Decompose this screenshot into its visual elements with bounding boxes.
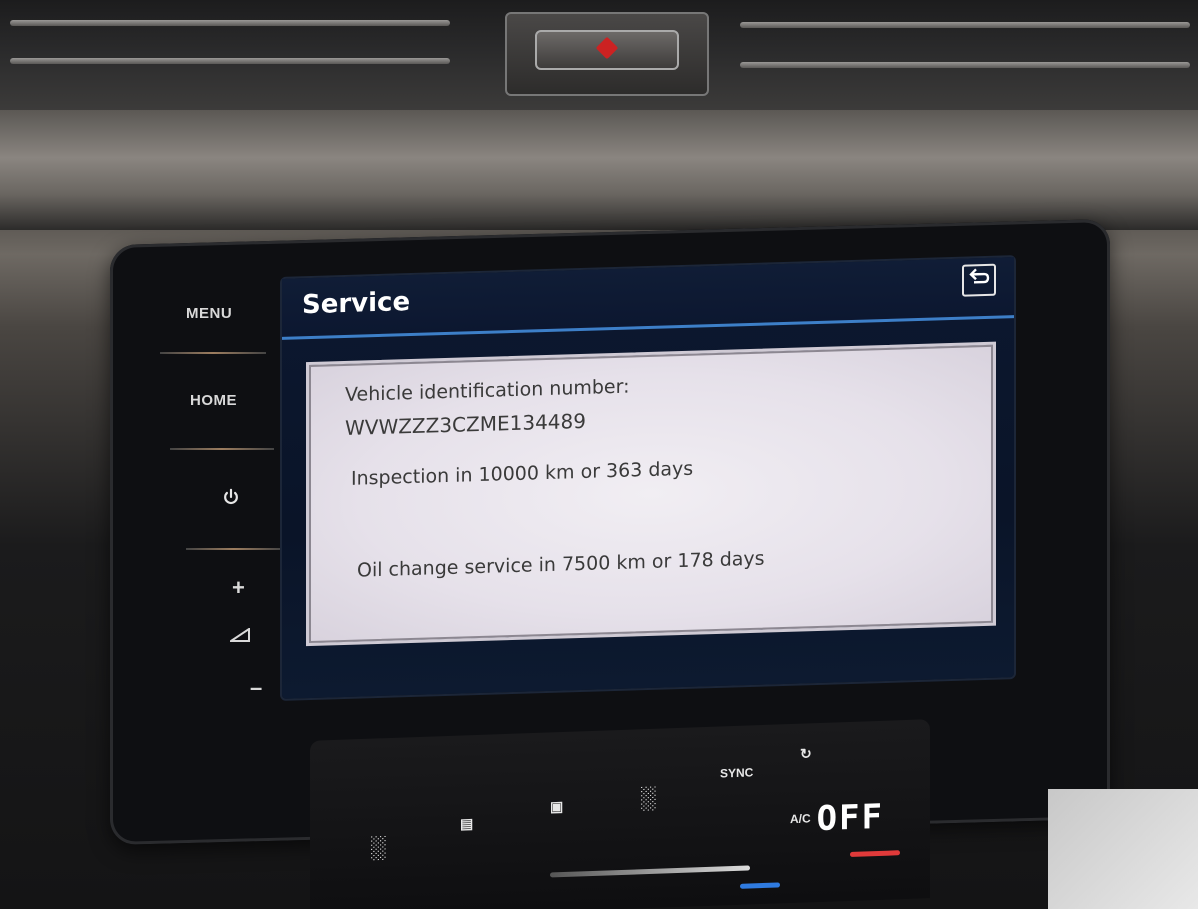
cool-indicator [740,882,780,889]
vin-value: WVWZZZ3CZME134489 [345,408,586,440]
climate-control-panel: ░ ▤ ▣ ░ SYNC ↻ A/C OFF [310,719,930,909]
rear-defrost-icon[interactable]: ▤ [460,815,473,832]
seat-vent-icon[interactable]: ░ [640,785,656,812]
hazard-icon [595,36,619,60]
oil-change-text: Oil change service in 7500 km or 178 day… [357,547,765,582]
heat-indicator [850,850,900,857]
temperature-slider[interactable] [550,865,750,878]
volume-indicator [227,627,250,646]
recirculation-icon[interactable]: ↻ [800,745,812,762]
infotainment-screen: Service Vehicle identification number: W… [282,257,1014,699]
vent-slat [10,58,450,64]
dashboard-trim [0,110,1198,230]
power-button[interactable] [222,488,240,510]
inspection-text: Inspection in 10000 km or 363 days [351,457,694,490]
page-title: Service [302,287,411,321]
fan-display: OFF [816,796,884,840]
back-button[interactable] [962,263,996,297]
air-vent [0,0,1198,110]
vent-slat [740,62,1190,68]
back-icon [969,268,990,284]
volume-up-button[interactable]: + [232,575,245,601]
volume-down-button[interactable]: – [250,675,263,701]
divider [170,448,274,450]
ac-button[interactable]: A/C [790,811,811,826]
front-defrost-icon[interactable]: ▣ [550,798,563,815]
menu-button[interactable]: MENU [186,305,232,322]
divider [160,352,266,354]
home-button[interactable]: HOME [190,392,237,409]
vent-slat [10,20,450,26]
car-dashboard-photo: MENU HOME + – Service Vehicle identifica [0,0,1198,909]
power-icon [224,488,238,505]
floor-mat [1048,789,1198,909]
seat-heat-icon[interactable]: ░ [370,834,386,861]
hazard-button[interactable] [535,30,679,70]
service-info-panel: Vehicle identification number: WVWZZZ3CZ… [306,341,996,647]
vin-label: Vehicle identification number: [345,375,630,406]
divider [186,548,282,550]
sync-button[interactable]: SYNC [720,765,753,780]
volume-icon [227,627,250,642]
vent-slat [740,22,1190,28]
vent-center-housing [505,12,709,96]
